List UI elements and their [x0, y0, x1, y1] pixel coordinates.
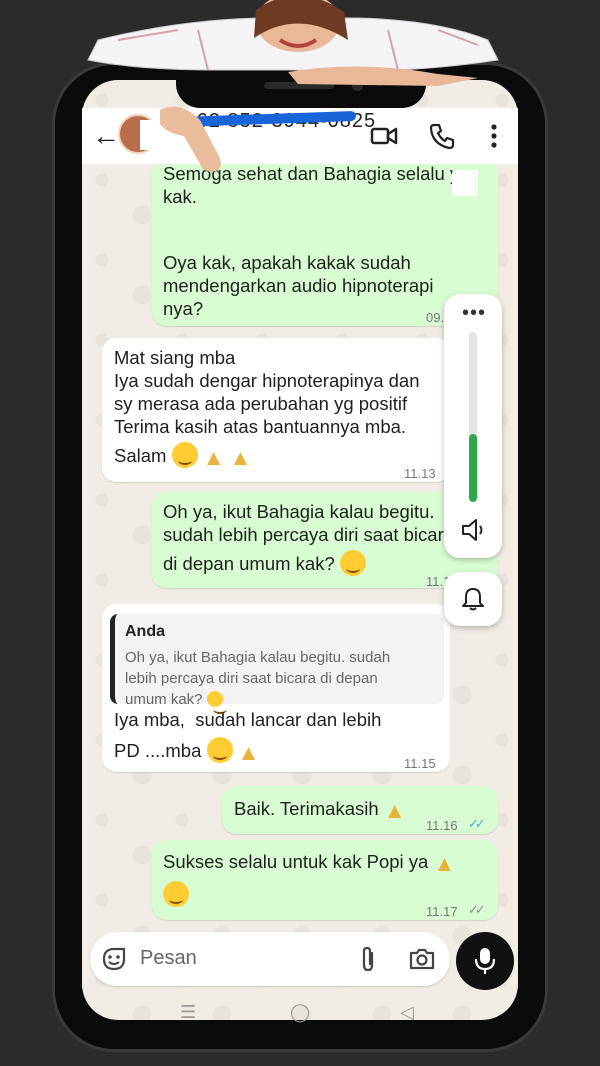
phone-icon[interactable]: [428, 122, 456, 150]
message-text: Mat siang mba Iya sudah dengar hipnotera…: [114, 346, 420, 469]
message-time: 11.15: [404, 756, 436, 771]
smiling-face-emoji: [171, 442, 198, 468]
quoted-line: Oh ya, ikut Bahagia kalau begitu. sudah: [125, 649, 391, 666]
smiling-face-emoji: [339, 550, 366, 576]
sticker-icon[interactable]: [100, 945, 128, 973]
message-line: kak.: [163, 186, 197, 207]
message-time: 11.16: [426, 818, 458, 833]
message-text: Iya mba, sudah lancar dan lebih PD ....m…: [114, 708, 381, 764]
volume-level: [469, 434, 477, 502]
back-nav-icon[interactable]: ◁: [400, 1002, 414, 1023]
video-camera-icon[interactable]: [370, 122, 398, 150]
pointing-hand-overlay: [160, 106, 221, 172]
arrow-left-icon[interactable]: ←: [92, 120, 120, 152]
quoted-line: lebih percaya diri saat bicara di depan: [125, 670, 378, 687]
message-incoming[interactable]: Anda Oh ya, ikut Bahagia kalau begitu. s…: [102, 604, 450, 772]
speaker-icon[interactable]: [460, 516, 488, 544]
recents-icon[interactable]: ☰: [180, 1002, 196, 1023]
camera-icon[interactable]: [408, 945, 436, 973]
microphone-button[interactable]: [456, 932, 514, 990]
message-time: 11.13: [404, 466, 436, 481]
woman-photo-overlay: [87, 0, 499, 86]
message-line: Iya sudah dengar hipnoterapinya dan: [114, 370, 420, 391]
message-line: di depan umum kak?: [163, 553, 335, 574]
message-input[interactable]: Pesan: [140, 947, 197, 970]
bell-icon[interactable]: [460, 586, 486, 612]
message-text: Semoga sehat dan Bahagia selalu ya kak. …: [163, 162, 470, 320]
message-line: sudah lebih percaya diri saat bicara: [163, 524, 453, 545]
quoted-author: Anda: [125, 623, 165, 640]
folded-hands-emoji: ▲: [433, 851, 456, 876]
message-outgoing[interactable]: Sukses selalu untuk kak Popi ya ▲ 11.17 …: [152, 840, 498, 920]
more-horizontal-icon[interactable]: •••: [462, 302, 486, 325]
message-text: Baik. Terimakasih ▲: [234, 797, 406, 822]
volume-slider[interactable]: [469, 332, 477, 502]
message-outgoing[interactable]: Baik. Terimakasih ▲ 11.16 ✓✓: [222, 786, 498, 834]
folded-hands-emoji: ▲: [202, 445, 225, 470]
message-line: Oya kak, apakah kakak sudah: [163, 252, 411, 273]
more-vertical-icon[interactable]: [480, 122, 508, 150]
message-text: Sukses selalu untuk kak Popi ya ▲: [163, 850, 455, 907]
redaction-patch: [452, 170, 478, 196]
home-icon[interactable]: ◯: [290, 1002, 310, 1023]
smiling-face-emoji: [163, 881, 189, 907]
message-line: sy merasa ada perubahan yg positif: [114, 393, 408, 414]
message-line: Sukses selalu untuk kak Popi ya: [163, 851, 429, 872]
folded-hands-emoji: ▲: [237, 740, 260, 765]
folded-hands-emoji: ▲: [229, 445, 252, 470]
message-time: 11.17: [426, 904, 458, 919]
message-line: Salam: [114, 445, 167, 466]
microphone-icon: [474, 948, 496, 974]
message-composer: Pesan: [90, 932, 450, 986]
read-ticks-icon: ✓✓: [468, 816, 486, 831]
quoted-message[interactable]: Anda Oh ya, ikut Bahagia kalau begitu. s…: [110, 614, 444, 708]
message-incoming[interactable]: Mat siang mba Iya sudah dengar hipnotera…: [102, 338, 450, 482]
message-line: [163, 208, 470, 231]
paperclip-icon[interactable]: [356, 945, 380, 973]
message-line: Oh ya, ikut Bahagia kalau begitu.: [163, 501, 435, 522]
quoted-line: umum kak?: [125, 691, 203, 708]
system-navigation-bar: ☰ ◯ ◁: [82, 1002, 518, 1022]
message-line: mendengarkan audio hipnoterapi: [163, 275, 434, 296]
message-line: Mat siang mba: [114, 347, 236, 368]
folded-hands-emoji: ▲: [383, 798, 406, 823]
message-text: Oh ya, ikut Bahagia kalau begitu. sudah …: [163, 500, 453, 576]
smiling-face-emoji: [206, 737, 233, 763]
quoted-text: Oh ya, ikut Bahagia kalau begitu. sudah …: [125, 647, 434, 710]
message-line: nya?: [163, 298, 204, 319]
notification-panel[interactable]: [444, 572, 502, 626]
volume-panel[interactable]: •••: [444, 294, 502, 558]
message-line: Terima kasih atas bantuannya mba.: [114, 416, 407, 437]
message-line: Iya mba, sudah lancar dan lebih: [114, 709, 382, 730]
delivered-ticks-icon: ✓✓: [468, 902, 486, 917]
message-line: PD ....mba: [114, 740, 202, 761]
message-line: Baik. Terimakasih: [234, 798, 379, 819]
smiling-face-emoji: [206, 691, 223, 707]
